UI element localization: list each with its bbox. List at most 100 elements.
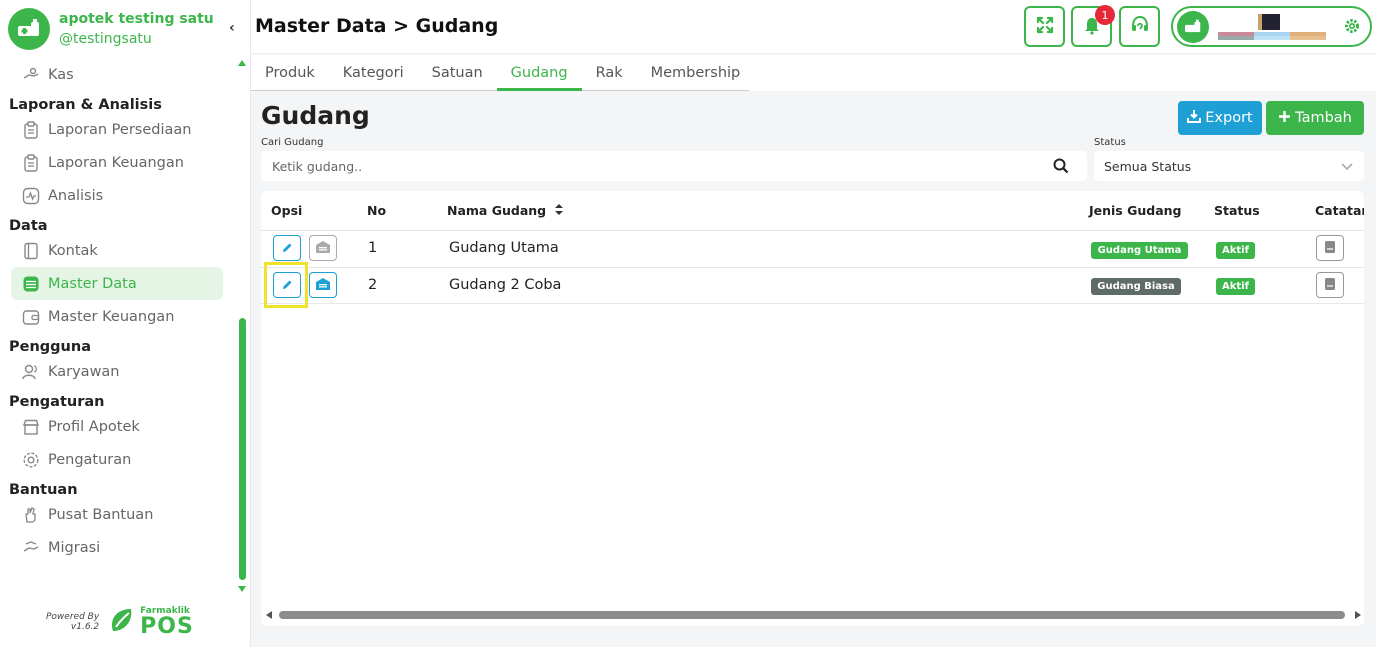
sidebar-item-migrasi[interactable]: Migrasi bbox=[0, 531, 234, 564]
sidebar: apotek testing satu @testingsatu ‹ Kas L… bbox=[0, 0, 251, 647]
chevron-down-icon bbox=[1340, 160, 1354, 175]
wallet-icon bbox=[21, 307, 41, 327]
tab-kategori[interactable]: Kategori bbox=[329, 55, 418, 91]
sidebar-item-profil-apotek[interactable]: Profil Apotek bbox=[0, 410, 234, 443]
sidebar-scroll-thumb[interactable] bbox=[239, 318, 246, 580]
scroll-right-arrow-icon[interactable] bbox=[1355, 611, 1361, 619]
sidebar-item-label: Karyawan bbox=[48, 363, 120, 380]
notification-badge: 1 bbox=[1095, 5, 1115, 25]
powered-label: Powered By bbox=[46, 612, 100, 622]
col-status: Status bbox=[1214, 203, 1260, 218]
col-nama-gudang[interactable]: Nama Gudang bbox=[447, 203, 564, 218]
sidebar-scrollbar[interactable] bbox=[236, 60, 249, 596]
warehouse-button[interactable] bbox=[309, 235, 337, 261]
jenis-badge: Gudang Utama bbox=[1091, 242, 1188, 259]
row-divider bbox=[261, 267, 1364, 268]
col-catatan: Catatan bbox=[1315, 203, 1364, 218]
headset-icon bbox=[1129, 14, 1151, 40]
row-nama: Gudang Utama bbox=[449, 240, 559, 256]
status-select[interactable]: Semua Status bbox=[1094, 151, 1364, 181]
plus-icon bbox=[1278, 110, 1291, 127]
row-no: 2 bbox=[368, 277, 378, 293]
sidebar-item-label: Master Data bbox=[48, 275, 137, 292]
sidebar-item-kas[interactable]: Kas bbox=[0, 58, 234, 91]
horizontal-scrollbar[interactable] bbox=[261, 608, 1364, 622]
sidebar-item-laporan-keuangan[interactable]: Laporan Keuangan bbox=[0, 146, 234, 179]
search-icon[interactable] bbox=[1053, 158, 1069, 178]
notification-button[interactable]: 1 bbox=[1071, 5, 1115, 47]
powered-by: Powered By v1.6.2 Farmaklik POS bbox=[46, 605, 194, 639]
sidebar-item-karyawan[interactable]: Karyawan bbox=[0, 355, 234, 388]
search-input[interactable] bbox=[261, 151, 1041, 181]
farmaklik-leaf-icon bbox=[107, 605, 137, 639]
sidebar-item-pengaturan[interactable]: Pengaturan bbox=[0, 443, 234, 476]
brand-name: apotek testing satu bbox=[59, 11, 214, 27]
sidebar-item-analisis[interactable]: Analisis bbox=[0, 179, 234, 212]
sidebar-item-label: Profil Apotek bbox=[48, 418, 140, 435]
tab-rak[interactable]: Rak bbox=[582, 55, 637, 91]
warehouse-icon bbox=[315, 239, 331, 258]
main-content: Gudang Export Tambah Cari Gudang Status … bbox=[251, 91, 1376, 647]
note-button[interactable] bbox=[1316, 272, 1344, 298]
jenis-badge: Gudang Biasa bbox=[1091, 278, 1181, 295]
sidebar-menu: Kas Laporan & Analisis Laporan Persediaa… bbox=[0, 58, 234, 564]
export-button[interactable]: Export bbox=[1178, 101, 1262, 135]
sidebar-item-pusat-bantuan[interactable]: Pusat Bantuan bbox=[0, 498, 234, 531]
scroll-down-arrow-icon[interactable] bbox=[238, 586, 246, 592]
database-icon bbox=[21, 274, 41, 294]
warehouse-icon bbox=[315, 276, 331, 295]
money-hand-icon bbox=[21, 65, 41, 85]
support-button[interactable] bbox=[1119, 6, 1160, 47]
activity-chart-icon bbox=[21, 186, 41, 206]
section-laporan: Laporan & Analisis bbox=[9, 97, 162, 113]
sidebar-item-master-data[interactable]: Master Data bbox=[11, 267, 223, 300]
sidebar-item-laporan-persediaan[interactable]: Laporan Persediaan bbox=[0, 113, 234, 146]
hand-icon bbox=[21, 505, 41, 525]
download-icon bbox=[1187, 109, 1202, 127]
sidebar-item-label: Master Keuangan bbox=[48, 308, 175, 325]
note-button[interactable] bbox=[1316, 235, 1344, 261]
gear-icon[interactable] bbox=[1344, 18, 1360, 38]
users-icon bbox=[21, 362, 41, 382]
tab-produk[interactable]: Produk bbox=[251, 55, 329, 91]
contact-book-icon bbox=[21, 241, 41, 261]
sidebar-item-label: Analisis bbox=[48, 187, 104, 204]
horizontal-scroll-thumb[interactable] bbox=[279, 611, 1345, 619]
clipboard-icon bbox=[21, 120, 41, 140]
top-header: Master Data > Gudang 1 bbox=[251, 0, 1376, 54]
scroll-left-arrow-icon[interactable] bbox=[266, 611, 272, 619]
sidebar-item-label: Pengaturan bbox=[48, 451, 132, 468]
note-icon bbox=[1324, 276, 1336, 295]
tab-satuan[interactable]: Satuan bbox=[418, 55, 497, 91]
expand-arrows-icon bbox=[1035, 15, 1055, 39]
highlight-box bbox=[264, 262, 308, 308]
col-opsi: Opsi bbox=[271, 203, 303, 218]
tab-gudang[interactable]: Gudang bbox=[496, 55, 582, 91]
add-button[interactable]: Tambah bbox=[1266, 101, 1364, 135]
warehouse-button[interactable] bbox=[309, 272, 337, 298]
tab-membership[interactable]: Membership bbox=[637, 55, 755, 91]
status-value: Semua Status bbox=[1104, 158, 1192, 174]
collapse-sidebar-chevron-icon[interactable]: ‹ bbox=[229, 20, 235, 36]
sidebar-item-label: Laporan Persediaan bbox=[48, 121, 192, 138]
sidebar-item-master-keuangan[interactable]: Master Keuangan bbox=[0, 300, 234, 333]
fullscreen-button[interactable] bbox=[1024, 6, 1065, 47]
row-no: 1 bbox=[368, 240, 378, 256]
section-title: Gudang bbox=[261, 101, 370, 130]
brand-handle: @testingsatu bbox=[59, 31, 152, 47]
status-badge: Aktif bbox=[1216, 278, 1255, 295]
section-pengaturan: Pengaturan bbox=[9, 394, 105, 410]
sidebar-item-kontak[interactable]: Kontak bbox=[0, 234, 234, 267]
edit-button[interactable] bbox=[273, 235, 301, 261]
profile-menu[interactable] bbox=[1171, 6, 1372, 47]
scroll-up-arrow-icon[interactable] bbox=[238, 60, 246, 66]
sort-icon[interactable] bbox=[555, 203, 564, 218]
section-pengguna: Pengguna bbox=[9, 339, 91, 355]
row-divider bbox=[261, 303, 1364, 304]
section-data: Data bbox=[9, 218, 48, 234]
col-nama-label: Nama Gudang bbox=[447, 203, 547, 218]
col-jenis-gudang: Jenis Gudang bbox=[1089, 203, 1182, 218]
profile-redacted-image bbox=[1218, 14, 1326, 40]
section-bantuan: Bantuan bbox=[9, 482, 78, 498]
pharmacy-logo-icon bbox=[8, 8, 50, 50]
